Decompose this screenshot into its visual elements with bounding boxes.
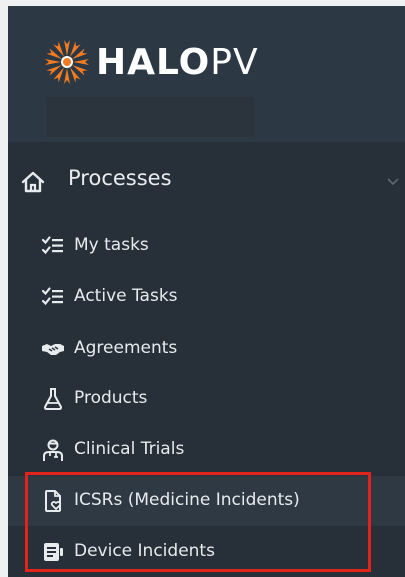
nav-item-label: ICSRs (Medicine Incidents)	[74, 490, 300, 510]
nav-item-active-tasks[interactable]: Active Tasks	[8, 272, 405, 322]
document-heart-icon	[45, 490, 62, 512]
nav-item-agreements[interactable]: Agreements	[8, 324, 405, 374]
checklist-icon	[41, 236, 63, 255]
sidebar-header: HALOPV	[8, 6, 405, 142]
clinician-icon	[43, 439, 63, 461]
nav-section-title: Processes	[68, 166, 172, 190]
handshake-icon	[42, 344, 64, 355]
logo-wordmark-bold: HALO	[96, 41, 211, 83]
logo-wordmark-thin: PV	[210, 41, 259, 83]
home-icon	[21, 171, 45, 193]
nav-item-device-incidents[interactable]: Device Incidents	[8, 527, 405, 577]
nav-item-label: Clinical Trials	[74, 439, 185, 459]
nav-item-icsrs[interactable]: ICSRs (Medicine Incidents)	[8, 476, 405, 526]
nav-item-label: Products	[74, 388, 148, 408]
nav-item-label: My tasks	[74, 235, 149, 255]
device-icon	[44, 543, 63, 561]
nav-item-label: Agreements	[74, 338, 178, 358]
sidebar: HALOPV Processes My tasks Active Tasks A…	[8, 6, 405, 577]
nav-item-label: Active Tasks	[74, 286, 178, 306]
nav-section-processes[interactable]: Processes	[8, 152, 405, 212]
logo-wordmark: HALOPV	[96, 42, 259, 83]
halopv-logo-icon	[45, 40, 89, 84]
sidebar-search-area[interactable]	[46, 97, 254, 137]
nav-item-my-tasks[interactable]: My tasks	[8, 221, 405, 271]
app-logo[interactable]: HALOPV	[42, 34, 259, 90]
flask-icon	[43, 388, 63, 410]
chevron-down-icon[interactable]	[386, 174, 400, 188]
checklist-icon	[41, 287, 63, 306]
nav-item-products[interactable]: Products	[8, 374, 405, 424]
nav-item-clinical-trials[interactable]: Clinical Trials	[8, 425, 405, 475]
nav-item-label: Device Incidents	[74, 541, 215, 561]
